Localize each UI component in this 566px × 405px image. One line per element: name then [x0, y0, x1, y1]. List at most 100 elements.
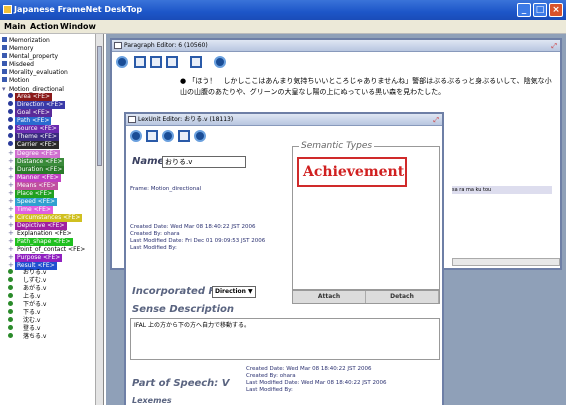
- attach-button[interactable]: Attach: [293, 291, 366, 303]
- tree-fe-item[interactable]: Direction <FE>: [8, 101, 66, 109]
- lexunit-icon: [8, 293, 13, 298]
- tree-fe-item[interactable]: + Path_shape <FE>: [8, 237, 73, 246]
- tree-fe-item[interactable]: Carrier <FE>: [8, 141, 59, 149]
- app-icon: [3, 5, 12, 14]
- tree-frame-label: Mental_property: [9, 53, 59, 60]
- non-core-fe-icon: +: [8, 253, 14, 261]
- lexunit-icon: [8, 277, 13, 282]
- tree-fe-item[interactable]: Path <FE>: [8, 117, 52, 125]
- part-of-speech-label: Part of Speech: V: [132, 378, 230, 389]
- non-core-fe-icon: +: [8, 149, 14, 157]
- info-icon[interactable]: [194, 130, 206, 142]
- tree-frame-item[interactable]: Mental_property: [2, 53, 58, 61]
- tree-fe-item[interactable]: + Duration <FE>: [8, 165, 65, 174]
- frame-tree[interactable]: Memorization Memory Mental_property Misdeed…: [0, 34, 104, 405]
- fe-label: Direction <FE>: [15, 101, 66, 109]
- tree-fe-item[interactable]: + Explanation <FE>: [8, 229, 74, 237]
- sense-description-textarea[interactable]: IFAL 上の方から下の方へ自力で移動する。: [130, 318, 440, 360]
- stop-icon[interactable]: [130, 130, 142, 142]
- document-icon[interactable]: [190, 56, 202, 68]
- tree-frame-item[interactable]: ▾ Motion_directional: [2, 85, 64, 93]
- core-fe-icon: [8, 117, 13, 122]
- tree-lu-item[interactable]: 沈む.v: [8, 317, 40, 325]
- tree-frame-item[interactable]: Morality_evaluation: [2, 69, 68, 77]
- semantic-types-label: Semantic Types: [299, 141, 375, 151]
- tree-fe-item[interactable]: + Speed <FE>: [8, 197, 58, 206]
- tree-lu-item[interactable]: 下がる.v: [8, 301, 46, 309]
- core-fe-icon: [8, 141, 13, 146]
- tree-fe-item[interactable]: + Time <FE>: [8, 205, 53, 214]
- lexunit-icon: [8, 301, 13, 306]
- tree-fe-item[interactable]: + Means <FE>: [8, 181, 58, 190]
- tree-fe-item[interactable]: Goal <FE>: [8, 109, 52, 117]
- incorporated-fe-select[interactable]: Direction ▼: [212, 286, 256, 298]
- lexemes-label: Lexemes: [132, 396, 172, 405]
- tree-fe-item[interactable]: Area <FE>: [8, 93, 53, 101]
- tree-frame-item[interactable]: Memory: [2, 45, 33, 53]
- info-icon[interactable]: [214, 56, 226, 68]
- incorporated-fe-value: Direction: [215, 288, 246, 295]
- tree-fe-item[interactable]: + Depictive <FE>: [8, 221, 67, 230]
- lexunit-icon: [8, 317, 13, 322]
- tree-lu-item[interactable]: 落ちる.v: [8, 333, 46, 341]
- non-core-fe-icon: +: [8, 221, 14, 229]
- semantic-type-item[interactable]: Achievement: [297, 157, 407, 187]
- tree-fe-item[interactable]: Theme <FE>: [8, 133, 59, 141]
- tree-frame-item[interactable]: Misdeed: [2, 61, 34, 69]
- minimize-button[interactable]: _: [517, 3, 531, 17]
- menu-main[interactable]: Main: [4, 22, 26, 31]
- tree-scroll-thumb[interactable]: [97, 46, 102, 166]
- lexunit-icon: [8, 333, 13, 338]
- core-fe-icon: [8, 101, 13, 106]
- stop-icon[interactable]: [116, 56, 128, 68]
- tree-lu-item[interactable]: おりる.v: [8, 269, 46, 277]
- menu-action[interactable]: Action: [30, 22, 59, 31]
- tree-fe-item[interactable]: + Manner <FE>: [8, 173, 61, 182]
- sense-description-label: Sense Description: [132, 304, 234, 315]
- tree-lu-item[interactable]: あがる.v: [8, 285, 46, 293]
- frame-icon: [2, 77, 7, 82]
- window-restore-icon[interactable]: ⤢: [551, 40, 557, 52]
- document-icon[interactable]: [178, 130, 190, 142]
- tree-fe-item[interactable]: Source <FE>: [8, 125, 59, 133]
- layout-icon[interactable]: [166, 56, 178, 68]
- last-modified-by: Last Modified By:: [130, 245, 177, 251]
- edit-icon[interactable]: [150, 56, 162, 68]
- lexunit-label: 下がる.v: [23, 301, 47, 308]
- menu-window[interactable]: Window: [60, 22, 96, 31]
- name-input[interactable]: おりる.v: [162, 156, 246, 168]
- tree-lu-item[interactable]: しずむ.v: [8, 277, 46, 285]
- window-restore-icon[interactable]: ⤢: [433, 114, 439, 126]
- lexunit-label: 登る.v: [23, 325, 41, 332]
- maximize-button[interactable]: □: [533, 3, 547, 17]
- save-icon[interactable]: [146, 130, 158, 142]
- tree-lu-item[interactable]: 下る.v: [8, 309, 40, 317]
- semantic-types-panel: Semantic Types Achievement: [292, 141, 440, 290]
- fe-label: Area <FE>: [15, 93, 53, 101]
- tree-lu-item[interactable]: 登る.v: [8, 325, 40, 333]
- tree-lu-item[interactable]: 上る.v: [8, 293, 40, 301]
- tree-fe-item[interactable]: + Distance <FE>: [8, 157, 65, 166]
- core-fe-icon: [8, 125, 13, 130]
- lexunit-label: しずむ.v: [23, 277, 47, 284]
- tree-frame-item[interactable]: Motion: [2, 77, 29, 85]
- tree-fe-item[interactable]: + Circumstances <FE>: [8, 213, 83, 222]
- detach-button[interactable]: Detach: [366, 291, 439, 303]
- lexunit-editor-titlebar: LexUnit Editor: おりる.v (18113) ⤢: [126, 114, 442, 126]
- close-button[interactable]: ×: [549, 3, 563, 17]
- tree-fe-item[interactable]: + Point_of_contact <FE>: [8, 245, 87, 253]
- tree-fe-item[interactable]: + Result <FE>: [8, 261, 57, 270]
- lexunit-icon: [8, 309, 13, 314]
- tree-fe-item[interactable]: + Degree <FE>: [8, 149, 61, 158]
- tree-scrollbar[interactable]: [95, 34, 103, 405]
- refresh-icon[interactable]: [162, 130, 174, 142]
- sentence-text: ● 「ほう！ しかしここはあんまり気持ちいいところじゃありませんね」警部はぶるぶ…: [180, 76, 556, 98]
- paragraph-hscrollbar[interactable]: [452, 258, 560, 266]
- lexunit-label: 沈む.v: [23, 317, 41, 324]
- app-title: Japanese FrameNet DeskTop: [14, 5, 143, 14]
- view-icon[interactable]: [134, 56, 146, 68]
- tree-frame-item[interactable]: Memorization: [2, 37, 50, 45]
- non-core-fe-icon: +: [8, 205, 14, 213]
- tree-fe-item[interactable]: + Purpose <FE>: [8, 253, 63, 262]
- tree-fe-item[interactable]: + Place <FE>: [8, 189, 55, 198]
